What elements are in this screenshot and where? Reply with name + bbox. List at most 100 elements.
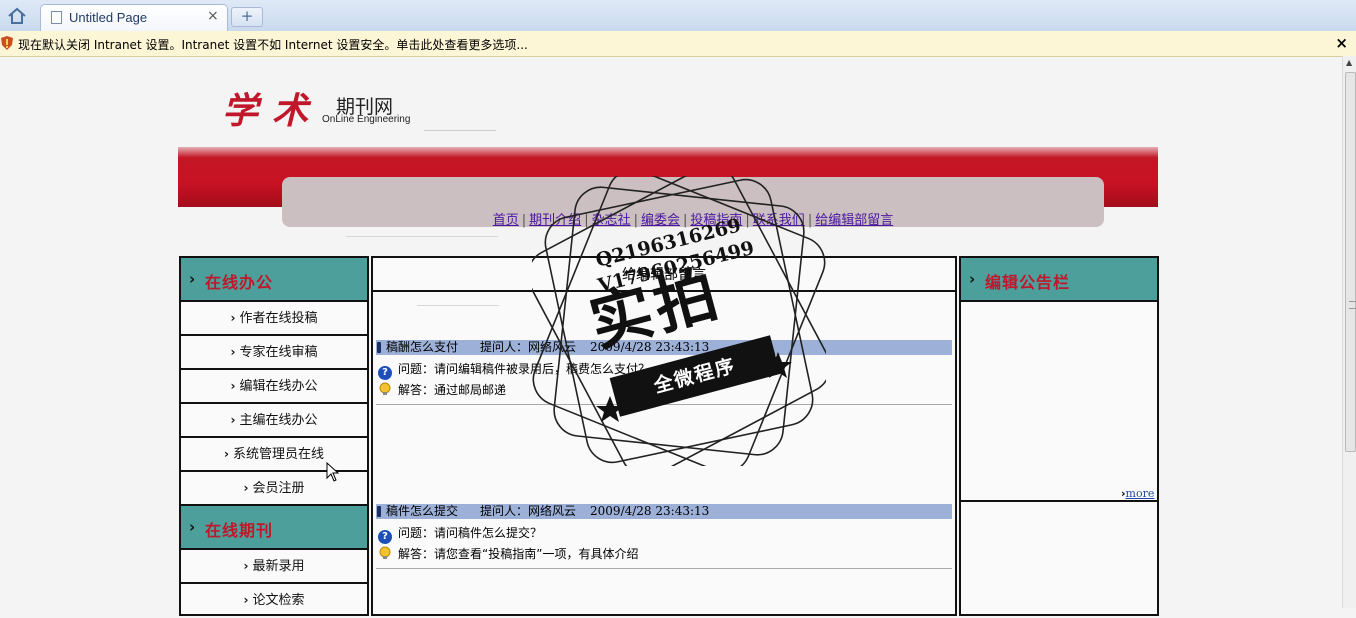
- lightbulb-icon: [379, 546, 391, 559]
- nav-separator: |: [521, 213, 527, 228]
- more-label[interactable]: more: [1126, 487, 1155, 500]
- message-date: 2009/4/28 23:43:13: [590, 340, 710, 354]
- answer-text: 请您查看“投稿指南”一项，有具体介绍: [434, 547, 639, 561]
- grip-icon: [1349, 301, 1356, 309]
- pin-icon: [377, 506, 381, 517]
- browser-tab[interactable]: Untitled Page ×: [40, 4, 228, 32]
- menu-label: 论文检索: [252, 593, 305, 608]
- question-icon: ?: [378, 530, 392, 544]
- chevron-right-icon: ›: [969, 270, 976, 288]
- question-text: 请问编辑稿件被录用后，稿费怎么支付？: [434, 362, 651, 376]
- message-asker: 提问人：网络风云: [480, 504, 577, 518]
- section-title: 编辑公告栏: [985, 273, 1071, 292]
- chevron-right-icon: ›: [189, 270, 196, 288]
- answer-text: 通过邮局邮递: [434, 383, 507, 397]
- menu-label: 系统管理员在线: [232, 447, 324, 462]
- message-subject: 稿件怎么提交: [386, 504, 459, 518]
- answer-label: 解答：: [398, 383, 435, 397]
- section-title: 在线办公: [205, 273, 274, 292]
- menu-label: 编辑在线办公: [239, 379, 318, 394]
- divider: [417, 305, 499, 306]
- nav-magazine[interactable]: 杂志社: [592, 213, 631, 228]
- right-sidebar: › 编辑公告栏 ›more: [959, 256, 1159, 616]
- nav-leave-message[interactable]: 给编辑部留言: [815, 213, 893, 228]
- section-header-online-office: › 在线办公: [181, 258, 367, 302]
- pin-icon: [377, 342, 381, 353]
- section-header-announcements: › 编辑公告栏: [961, 258, 1157, 302]
- chevron-right-icon: ›: [230, 413, 236, 427]
- question-text: 请问稿件怎么提交？: [434, 526, 543, 540]
- menu-paper-search[interactable]: › 论文检索: [181, 584, 367, 618]
- vertical-scrollbar[interactable]: ▲: [1342, 56, 1356, 608]
- main-content: 给编辑部留言 稿酬怎么支付 提问人：网络风云 2009/4/28 23:43:13 …: [371, 256, 957, 616]
- nav-separator: |: [633, 213, 638, 228]
- divider: [424, 130, 496, 131]
- menu-label: 会员注册: [252, 481, 305, 496]
- question-line: ? 问题：请问稿件怎么提交？: [378, 524, 542, 544]
- divider: [373, 290, 955, 292]
- message-header: 稿件怎么提交 提问人：网络风云 2009/4/28 23:43:13: [376, 504, 952, 519]
- question-icon: ?: [378, 366, 392, 380]
- shield-warning-icon: [1, 36, 13, 50]
- left-sidebar: › 在线办公 › 作者在线投稿 › 专家在线审稿 › 编辑在线办公 › 主编在线办公 ›…: [179, 256, 369, 616]
- site-logo: 学术: [222, 90, 323, 132]
- question-label: 问题：: [398, 362, 435, 376]
- divider: [376, 404, 952, 405]
- chevron-right-icon: ›: [230, 311, 236, 325]
- home-icon[interactable]: [6, 6, 28, 26]
- infobar-message[interactable]: 现在默认关闭 Intranet 设置。Intranet 设置不如 Interne…: [18, 36, 528, 53]
- nav-separator: |: [745, 213, 750, 228]
- answer-label: 解答：: [398, 547, 435, 561]
- question-label: 问题：: [398, 526, 435, 540]
- menu-label: 主编在线办公: [239, 413, 318, 428]
- nav-contact[interactable]: 联系我们: [753, 213, 805, 228]
- chevron-right-icon: ›: [243, 481, 249, 495]
- chevron-right-icon: ›: [243, 593, 249, 607]
- section-title: 在线期刊: [205, 521, 274, 540]
- chevron-right-icon: ›: [230, 379, 236, 393]
- site-logo-english: OnLine Engineering: [322, 114, 411, 125]
- scrollbar-thumb[interactable]: [1345, 72, 1356, 452]
- nav-journal-intro[interactable]: 期刊介绍: [529, 213, 581, 228]
- main-nav-box: 首页 | 期刊介绍 | 杂志社 | 编委会 | 投稿指南 | 联系我们 | 给编辑部留言: [282, 177, 1104, 228]
- section-header-online-journal: › 在线期刊: [181, 506, 367, 550]
- lightbulb-icon: [379, 382, 391, 395]
- divider: [376, 568, 952, 569]
- menu-label: 最新录用: [252, 559, 305, 574]
- page-icon: [51, 11, 62, 24]
- menu-expert-review[interactable]: › 专家在线审稿: [181, 336, 367, 370]
- answer-line: 解答：请您查看“投稿指南”一项，有具体介绍: [378, 545, 638, 562]
- nav-separator: |: [683, 213, 688, 228]
- nav-separator: |: [807, 213, 813, 228]
- scroll-up-icon[interactable]: ▲: [1346, 58, 1352, 67]
- menu-label: 作者在线投稿: [239, 311, 318, 326]
- infobar-close-icon[interactable]: ×: [1335, 34, 1348, 52]
- message-date: 2009/4/28 23:43:13: [590, 504, 710, 518]
- menu-editor-office[interactable]: › 编辑在线办公: [181, 370, 367, 404]
- more-link[interactable]: ›more: [1121, 487, 1154, 500]
- security-infobar[interactable]: 现在默认关闭 Intranet 设置。Intranet 设置不如 Interne…: [0, 31, 1356, 57]
- nav-editorial-board[interactable]: 编委会: [641, 213, 680, 228]
- question-line: ? 问题：请问编辑稿件被录用后，稿费怎么支付？: [378, 360, 650, 380]
- message-asker: 提问人：网络风云: [480, 340, 577, 354]
- tab-title: Untitled Page: [69, 10, 148, 25]
- menu-chief-editor-office[interactable]: › 主编在线办公: [181, 404, 367, 438]
- tab-close-icon[interactable]: ×: [207, 8, 219, 24]
- menu-label: 专家在线审稿: [239, 345, 318, 360]
- message-subject: 稿酬怎么支付: [386, 340, 459, 354]
- new-tab-button[interactable]: +: [231, 7, 263, 27]
- chevron-right-icon: ›: [224, 447, 229, 461]
- divider: [346, 236, 498, 237]
- nav-separator: |: [584, 213, 589, 228]
- chevron-right-icon: ›: [243, 559, 249, 573]
- menu-author-submit[interactable]: › 作者在线投稿: [181, 302, 367, 336]
- chevron-right-icon: ›: [189, 518, 196, 536]
- divider: [961, 500, 1157, 502]
- browser-tab-bar: Untitled Page × +: [0, 0, 1356, 32]
- menu-latest-accepted[interactable]: › 最新录用: [181, 550, 367, 584]
- nav-home[interactable]: 首页: [493, 213, 519, 228]
- message-header: 稿酬怎么支付 提问人：网络风云 2009/4/28 23:43:13: [376, 340, 952, 355]
- mouse-cursor-icon: [326, 462, 340, 482]
- chevron-right-icon: ›: [230, 345, 236, 359]
- answer-line: 解答：通过邮局邮递: [378, 381, 506, 398]
